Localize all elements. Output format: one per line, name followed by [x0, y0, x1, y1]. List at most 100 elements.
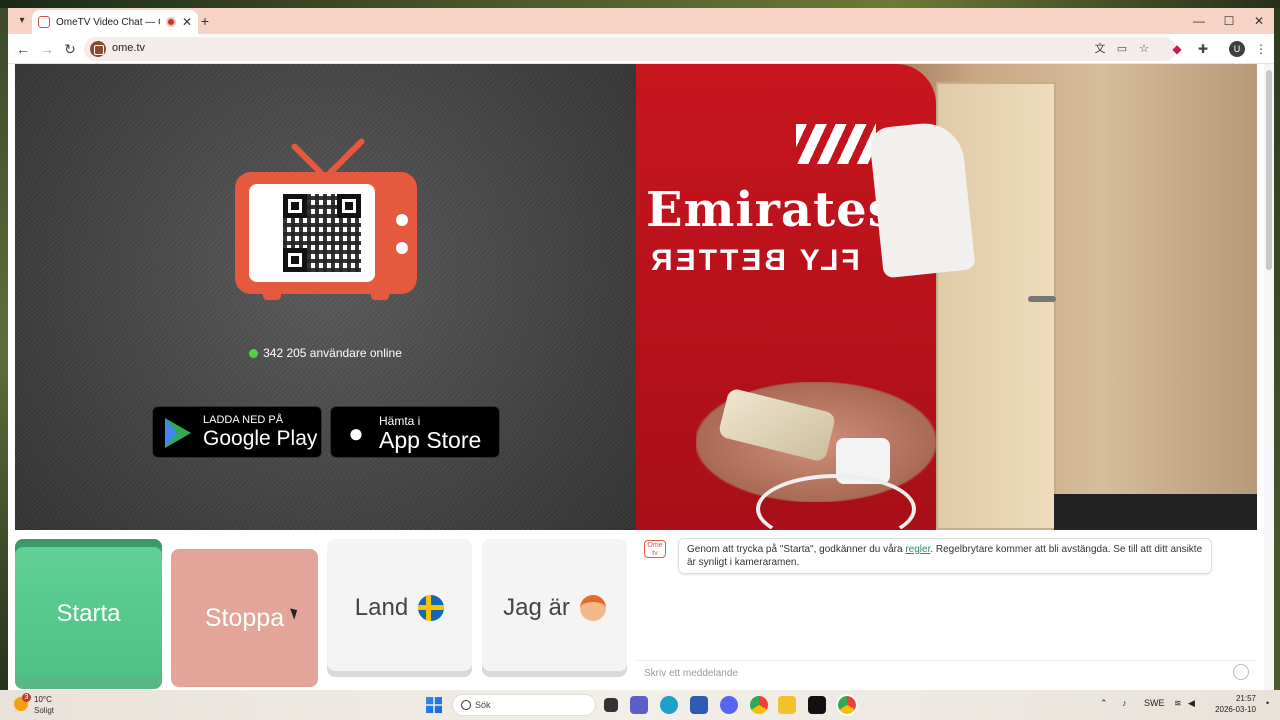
google-play-badge[interactable]: LADDA NED PÅ Google Play — [152, 406, 322, 458]
site-info-icon[interactable] — [90, 41, 106, 57]
apple-icon: ● — [348, 418, 364, 448]
clock-date: 2026-03-10 — [1215, 705, 1256, 714]
screen: ▾ OmeTV Video Chat — Ome ✕ + — ☐ ✕ ← → ↻… — [0, 0, 1280, 720]
tv-knob-bottom — [396, 242, 408, 254]
online-count-text: 342 205 användare online — [263, 346, 402, 360]
desktop-background — [0, 0, 1280, 8]
tray-chevron-icon[interactable]: ⌃ — [1100, 698, 1108, 709]
tab-title: OmeTV Video Chat — Ome — [56, 16, 160, 28]
door-handle — [1028, 296, 1056, 302]
country-button[interactable]: Land — [327, 539, 472, 677]
stop-label: Stoppa — [204, 603, 285, 632]
jersey-slogan: FLY BETTER — [648, 244, 860, 277]
browser-toolbar: ← → ↻ ome.tv 文 ▭ ☆ ◆ ✚ U ⋮ — [8, 34, 1274, 64]
google-play-line1: LADDA NED PÅ — [203, 414, 284, 426]
chat-panel: Ome tv Genom att trycka på "Starta", god… — [636, 530, 1257, 690]
close-tab-icon[interactable]: ✕ — [182, 15, 192, 29]
address-bar[interactable]: ome.tv 文 ▭ ☆ — [84, 37, 1176, 61]
extension-shield-icon[interactable]: ◆ — [1168, 40, 1186, 58]
new-tab-button[interactable]: + — [196, 12, 214, 30]
windows-start-icon[interactable] — [426, 697, 442, 713]
browser-window: ▾ OmeTV Video Chat — Ome ✕ + — ☐ ✕ ← → ↻… — [8, 8, 1274, 690]
ometv-favicon-icon — [38, 16, 50, 28]
tv-foot-left — [263, 292, 281, 300]
rules-link[interactable]: regler — [905, 544, 930, 555]
bookmark-star-icon[interactable]: ☆ — [1136, 41, 1152, 57]
tv-foot-right — [371, 292, 389, 300]
app-icon[interactable] — [808, 696, 826, 714]
teams-icon[interactable] — [630, 696, 648, 714]
taskbar: 3 10°C Soligt Sök ⌃ ♪ SWE ≋ ◀ 21:57 2026… — [0, 690, 1280, 720]
profile-avatar[interactable]: U — [1229, 41, 1245, 57]
tv-body — [235, 172, 417, 294]
jersey-sponsor: Emirates — [646, 182, 896, 238]
chrome-icon[interactable] — [750, 696, 768, 714]
start-button[interactable]: Starta — [15, 539, 162, 689]
translate-icon[interactable]: 文 — [1092, 41, 1108, 57]
start-label: Starta — [56, 600, 121, 627]
tab-list-button[interactable]: ▾ — [12, 11, 32, 31]
language-indicator[interactable]: SWE — [1144, 698, 1165, 708]
taskbar-search[interactable]: Sök — [452, 694, 596, 716]
recording-icon — [165, 17, 176, 27]
store-icon[interactable] — [690, 696, 708, 714]
jersey-stripes — [796, 124, 876, 164]
tv-antenna-right — [326, 137, 366, 177]
page-content: 342 205 användare online LADDA NED PÅ Go… — [8, 64, 1274, 690]
wifi-icon[interactable]: ≋ — [1174, 698, 1182, 709]
chrome-active-icon[interactable] — [836, 694, 858, 716]
weather-widget[interactable]: 3 10°C Soligt — [14, 693, 74, 717]
google-play-icon-accent — [165, 418, 177, 448]
qr-finder-bl — [283, 248, 307, 272]
gender-label: Jag är — [503, 594, 570, 621]
menu-kebab-icon[interactable]: ⋮ — [1252, 40, 1270, 58]
task-view-icon[interactable] — [604, 698, 618, 712]
url-text: ome.tv — [112, 42, 146, 54]
weather-badge: 3 — [22, 693, 31, 702]
reload-icon[interactable]: ↻ — [61, 40, 79, 58]
volume-icon[interactable]: ◀ — [1188, 698, 1195, 709]
file-explorer-icon[interactable] — [778, 696, 796, 714]
back-icon[interactable]: ← — [14, 40, 32, 58]
country-label: Land — [354, 594, 409, 621]
extensions-puzzle-icon[interactable]: ✚ — [1194, 40, 1212, 58]
page-scrollbar[interactable] — [1264, 64, 1274, 690]
ometv-logo-icon: Ome tv — [644, 540, 666, 558]
tab-ometv[interactable]: OmeTV Video Chat — Ome ✕ — [32, 10, 198, 34]
maximize-button[interactable]: ☐ — [1214, 12, 1244, 30]
sofa — [1054, 494, 1257, 530]
message-placeholder: Skriv ett meddelande — [644, 668, 738, 679]
weather-condition: Soligt — [34, 706, 55, 715]
app-store-badge[interactable]: ● Hämta i App Store — [330, 406, 500, 458]
local-video-placeholder: 342 205 användare online LADDA NED PÅ Go… — [15, 64, 636, 530]
sweden-flag-icon — [418, 595, 445, 621]
ometv-qr-tv-logo — [235, 136, 417, 306]
google-play-line2: Google Play — [203, 427, 318, 450]
system-message: Genom att trycka på "Starta", godkänner … — [678, 538, 1212, 574]
app-store-line1: Hämta i — [379, 414, 421, 428]
notification-bell-icon[interactable]: • — [1266, 698, 1269, 708]
search-label: Sök — [475, 700, 491, 710]
qr-finder-tl — [283, 194, 307, 218]
tab-bar: ▾ OmeTV Video Chat — Ome ✕ + — ☐ ✕ — [8, 8, 1274, 34]
edge-icon[interactable] — [660, 696, 678, 714]
desktop-background-right — [1274, 8, 1280, 690]
gender-button[interactable]: Jag är — [482, 539, 627, 677]
clock[interactable]: 21:57 2026-03-10 — [1206, 693, 1256, 715]
scrollbar-thumb[interactable] — [1266, 70, 1272, 270]
clock-time: 21:57 — [1235, 694, 1256, 703]
forward-icon[interactable]: → — [38, 40, 56, 58]
remote-video: Emirates FLY BETTER — [636, 64, 1257, 530]
qr-finder-tr — [337, 194, 361, 218]
minimize-button[interactable]: — — [1184, 12, 1214, 30]
message-input[interactable]: Skriv ett meddelande — [636, 660, 1257, 684]
emoji-icon[interactable] — [1233, 664, 1249, 680]
boy-emoji-icon — [579, 595, 606, 621]
qr-code — [249, 184, 375, 282]
cast-icon[interactable]: ▭ — [1114, 41, 1130, 57]
weather-temp: 10°C — [34, 695, 52, 704]
close-window-button[interactable]: ✕ — [1244, 12, 1274, 30]
tv-knob-top — [396, 214, 408, 226]
discord-icon[interactable] — [720, 696, 738, 714]
microphone-icon[interactable]: ♪ — [1122, 698, 1127, 708]
